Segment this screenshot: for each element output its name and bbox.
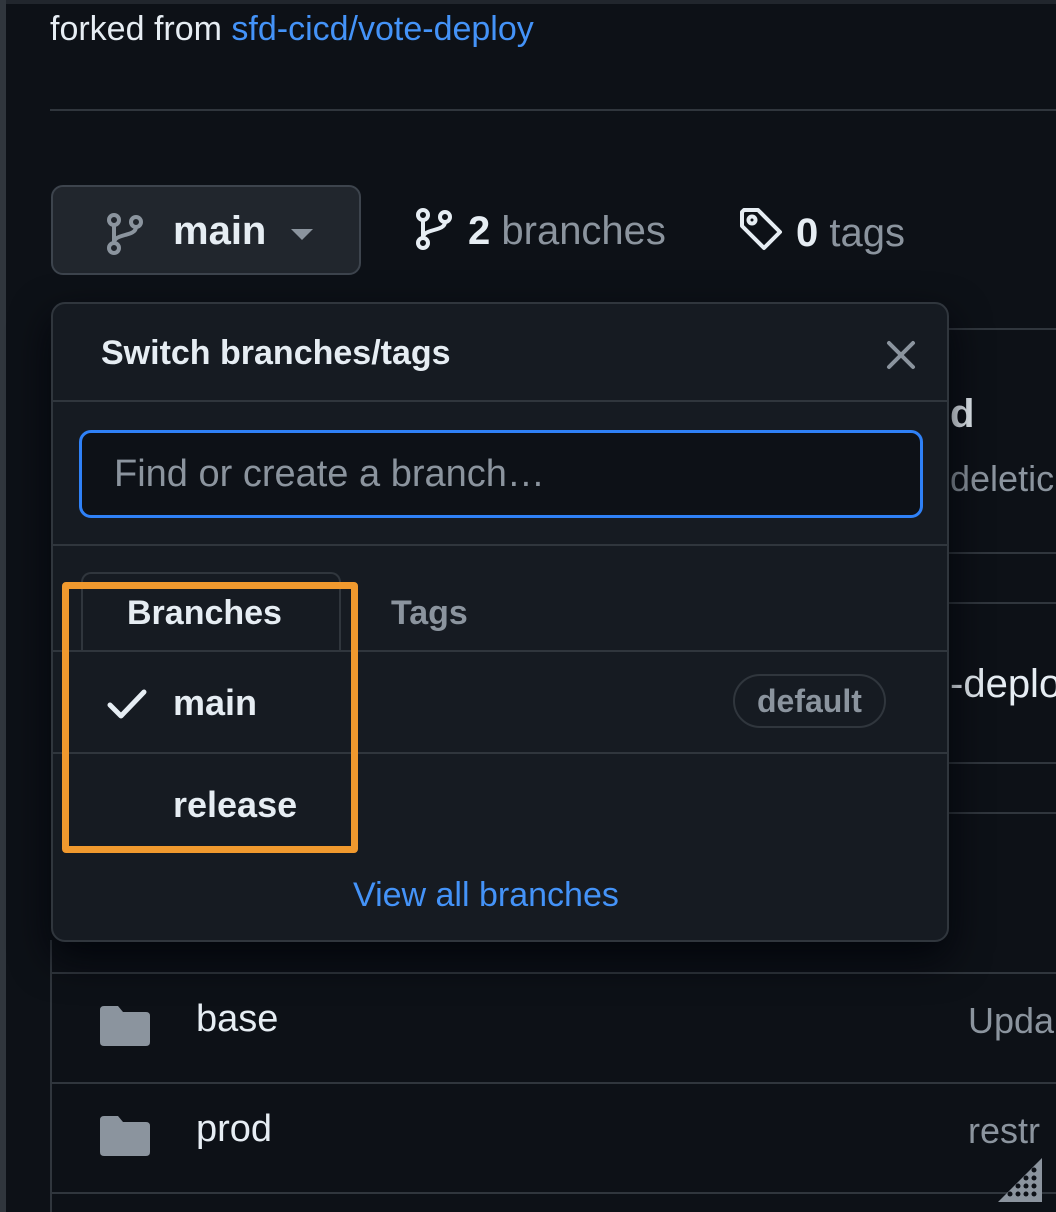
git-branch-icon [414,206,454,260]
resize-handle-icon[interactable] [990,1150,1046,1211]
branch-select-button[interactable]: main [51,185,361,275]
check-icon [107,688,147,725]
dropdown-divider [53,400,947,402]
window-top-edge [0,0,1056,4]
view-all-branches-link[interactable]: View all branches [353,876,619,915]
default-badge: default [733,674,886,728]
bg-commit-desc-fragment: deletic [950,458,1055,499]
branch-name: release [173,784,298,825]
bg-divider [949,602,1056,604]
branches-count: 2 [468,209,491,253]
commit-message[interactable]: Upda [968,1000,1054,1042]
branches-label: branches [501,209,666,253]
bg-divider [949,762,1056,764]
bg-repo-name-fragment: -deplo [950,662,1056,706]
file-name[interactable]: prod [196,1108,272,1151]
git-branch-icon [105,211,145,260]
bg-divider [949,552,1056,554]
branch-search-input[interactable] [79,430,923,518]
row-divider [50,1192,1056,1194]
bg-commit-title-fragment: d [950,392,975,436]
divider [50,109,1056,111]
bg-divider [949,328,1056,330]
tags-label: tags [829,211,905,255]
forked-repo-link[interactable]: sfd-cicd/vote-deploy [231,10,533,48]
folder-icon [100,1004,150,1051]
branch-name: main [173,682,258,723]
tags-count-link[interactable]: 0 tags [738,206,905,262]
forked-from-line: forked from sfd-cicd/vote-deploy [50,10,534,49]
window-left-edge [0,0,6,1212]
file-name[interactable]: base [196,998,278,1041]
forked-prefix: forked from [50,10,222,48]
dropdown-title: Switch branches/tags [101,334,451,372]
triangle-down-icon [291,229,313,240]
tab-tags[interactable]: Tags [391,594,468,633]
tag-icon [738,206,784,262]
current-branch-label: main [173,209,267,253]
branch-item-main[interactable]: main default [53,652,947,752]
dropdown-divider [53,544,947,546]
commit-message[interactable]: restr [968,1110,1040,1152]
branches-count-link[interactable]: 2 branches [414,206,666,260]
tab-branches[interactable]: Branches [127,594,282,633]
file-row[interactable]: base Upda [50,974,1056,1084]
close-icon[interactable] [886,340,916,375]
folder-icon [100,1114,150,1161]
tags-count: 0 [796,211,819,255]
branch-switch-dropdown: Switch branches/tags Branches Tags main … [51,302,949,942]
branch-item-release[interactable]: release [53,754,947,854]
file-row[interactable]: prod restr [50,1084,1056,1194]
bg-divider [949,812,1056,814]
